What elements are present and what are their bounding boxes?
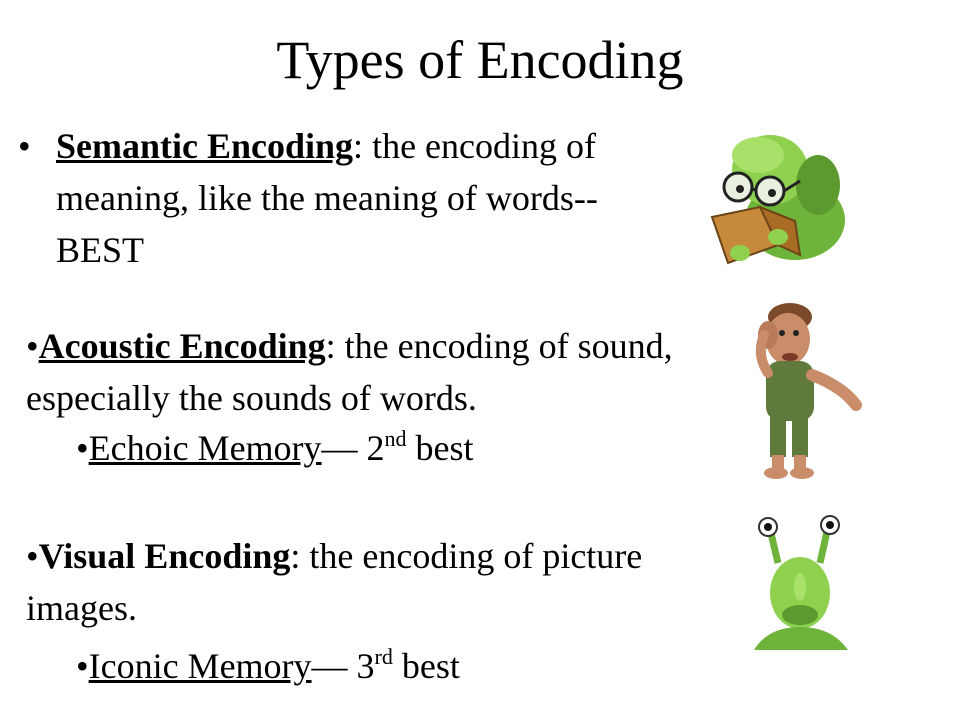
semantic-colon: :	[353, 126, 364, 166]
visual-term: Visual Encoding	[38, 536, 291, 576]
acoustic-colon: :	[325, 326, 336, 366]
bullet-dot: •	[76, 428, 89, 468]
echoic-dash: —	[321, 428, 358, 468]
bullet-dot: •	[26, 536, 39, 576]
visual-colon: :	[290, 536, 301, 576]
iconic-term: Iconic Memory	[88, 646, 312, 686]
iconic-dash: —	[311, 646, 348, 686]
semantic-bullet: • Semantic Encoding: the encoding of mea…	[18, 120, 668, 276]
bullet-dot: •	[76, 646, 89, 686]
bullet-dot: •	[18, 126, 31, 166]
acoustic-bullet: •Acoustic Encoding: the encoding of soun…	[26, 320, 706, 424]
echoic-rank-word: best	[415, 428, 474, 468]
echoic-rank-suffix: nd	[384, 426, 407, 451]
iconic-rank-number: 3	[356, 646, 375, 686]
echoic-subbullet: •Echoic Memory— 2nd best	[76, 422, 636, 474]
visual-bullet: •Visual Encoding: the encoding of pictur…	[26, 530, 686, 634]
slide-title: Types of Encoding	[276, 30, 684, 90]
bookworm-with-glasses-reading-icon	[710, 135, 845, 265]
iconic-subbullet: •Iconic Memory— 3rd best	[76, 640, 636, 692]
iconic-rank-word: best	[401, 646, 460, 686]
echoic-term: Echoic Memory	[88, 428, 322, 468]
semantic-term: Semantic Encoding	[56, 126, 354, 166]
echoic-rank-number: 2	[366, 428, 385, 468]
bullet-dot: •	[26, 326, 39, 366]
troll-cupping-ear-icon	[755, 303, 862, 479]
acoustic-term: Acoustic Encoding	[38, 326, 326, 366]
green-alien-eyestalks-icon	[754, 515, 848, 650]
iconic-rank-suffix: rd	[374, 644, 393, 669]
